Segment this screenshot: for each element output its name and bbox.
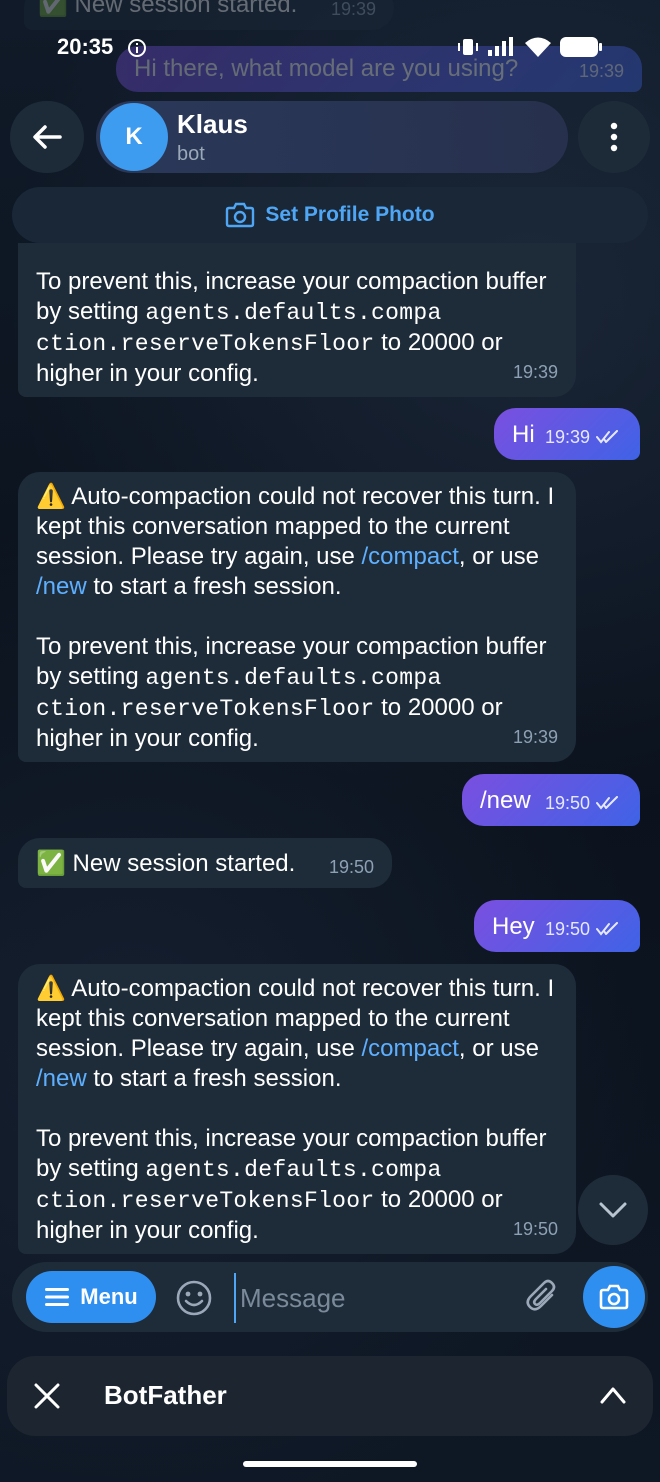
chat-header[interactable]: K Klaus bot [96, 101, 568, 173]
code-span[interactable]: ction.reserveTokensFloor [36, 696, 374, 722]
camera-button[interactable] [583, 1266, 645, 1328]
minimized-chat-title: BotFather [104, 1380, 227, 1410]
code-span[interactable]: agents.defaults.compa [145, 1157, 441, 1183]
message-incoming[interactable]: ✅ New session started. 19:50 [18, 838, 392, 888]
code-span[interactable]: agents.defaults.compa [145, 300, 441, 326]
message-paragraph: ⚠️ Auto-compaction could not recover thi… [36, 482, 558, 602]
message-outgoing[interactable]: Hey 19:50 [474, 900, 640, 952]
compact-command-link[interactable]: /compact [362, 543, 459, 570]
message-text: , or use [458, 543, 539, 570]
chevron-down-icon [599, 1202, 627, 1218]
code-span[interactable]: ction.reserveTokensFloor [36, 331, 374, 357]
message-paragraph: To prevent this, increase your compactio… [36, 267, 558, 389]
message-time: 19:39 [512, 362, 558, 382]
message-input[interactable] [234, 1273, 522, 1323]
message-paragraph: To prevent this, increase your compactio… [36, 1124, 558, 1246]
message-meta: 19:50 [545, 788, 622, 818]
status-time: 20:35 [57, 34, 114, 59]
set-profile-photo-button[interactable]: Set Profile Photo [12, 187, 648, 243]
new-command-link[interactable]: /new [36, 1065, 87, 1092]
avatar-initial: K [125, 123, 143, 150]
camera-icon [226, 202, 255, 228]
camera-icon [599, 1284, 629, 1310]
double-check-icon [596, 430, 618, 444]
battery-icon [560, 37, 602, 57]
message-text: Hi [512, 421, 535, 448]
message-time: 19:50 [328, 857, 374, 877]
new-command-link[interactable]: /new [36, 573, 87, 600]
more-vertical-icon [610, 122, 618, 152]
message-outgoing[interactable]: Hi 19:39 [494, 408, 640, 460]
message-composer: Menu [12, 1262, 648, 1332]
close-icon[interactable] [33, 1382, 61, 1410]
set-profile-photo-label: Set Profile Photo [265, 203, 435, 226]
double-check-icon [596, 922, 618, 936]
compact-command-link[interactable]: /compact [362, 1035, 459, 1062]
message-text: Hey [492, 913, 535, 940]
wifi-icon [525, 37, 551, 57]
double-check-icon [596, 796, 618, 810]
message-text: ✅ New session started. [36, 850, 296, 877]
minimized-chat-panel[interactable]: BotFather [7, 1356, 653, 1436]
code-span[interactable]: agents.defaults.compa [145, 665, 441, 691]
chat-status: bot [177, 143, 205, 165]
message-meta: 19:39 [545, 422, 622, 452]
chat-title: Klaus [177, 109, 248, 139]
message-paragraph: ⚠️ Auto-compaction could not recover thi… [36, 974, 558, 1094]
message-outgoing[interactable]: /new 19:50 [462, 774, 640, 826]
message-time: 19:50 [544, 919, 590, 939]
message-incoming[interactable]: To prevent this, increase your compactio… [18, 243, 576, 397]
message-time: 19:39 [512, 727, 558, 747]
message-incoming[interactable]: ⚠️ Auto-compaction could not recover thi… [18, 964, 576, 1254]
more-options-button[interactable] [578, 101, 650, 173]
message-time: 19:50 [512, 1219, 558, 1239]
scroll-to-bottom-button[interactable] [578, 1175, 648, 1245]
paperclip-icon[interactable] [524, 1278, 562, 1316]
menu-label: Menu [80, 1284, 138, 1309]
menu-icon [45, 1288, 70, 1306]
info-icon [128, 39, 146, 57]
message-paragraph: To prevent this, increase your compactio… [36, 632, 558, 754]
message-time: 19:39 [544, 427, 590, 447]
arrow-left-icon [33, 125, 62, 149]
message-text: to start a fresh session. [86, 573, 342, 600]
bot-menu-button[interactable]: Menu [26, 1271, 156, 1323]
status-bar: 20:35 [0, 0, 660, 94]
back-button[interactable] [10, 101, 84, 173]
message-time: 19:50 [544, 793, 590, 813]
avatar[interactable]: K [100, 103, 168, 171]
emoji-icon[interactable] [175, 1279, 213, 1317]
vibrate-icon [458, 39, 478, 55]
message-meta: 19:50 [545, 914, 622, 944]
chevron-up-icon[interactable] [599, 1384, 627, 1406]
message-text: to start a fresh session. [86, 1065, 342, 1092]
home-indicator[interactable] [243, 1461, 417, 1467]
signal-icon [488, 37, 513, 56]
code-span[interactable]: ction.reserveTokensFloor [36, 1188, 374, 1214]
message-incoming[interactable]: ⚠️ Auto-compaction could not recover thi… [18, 472, 576, 762]
message-text: , or use [458, 1035, 539, 1062]
message-text: /new [480, 787, 531, 814]
